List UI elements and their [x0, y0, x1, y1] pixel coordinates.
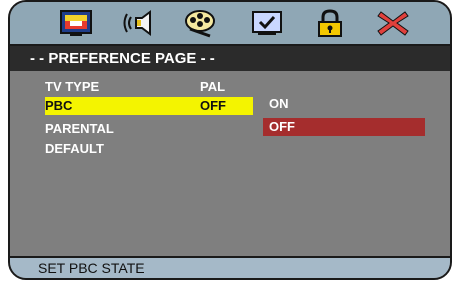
setup-toolbar: [10, 2, 450, 46]
menu-item-label: PBC: [45, 98, 73, 113]
menu-item-label: PARENTAL: [45, 121, 114, 136]
audio-setup-icon[interactable]: [122, 8, 158, 38]
option-on[interactable]: ON: [263, 95, 425, 113]
general-setup-icon[interactable]: [58, 8, 94, 38]
menu-item-tv-type[interactable]: TV TYPE PAL: [45, 78, 253, 96]
page-title: - - PREFERENCE PAGE - -: [10, 46, 450, 71]
preference-icon[interactable]: [249, 8, 285, 38]
exit-icon[interactable]: [375, 8, 411, 38]
menu-item-default[interactable]: DEFAULT: [45, 140, 253, 158]
status-bar: SET PBC STATE: [10, 256, 450, 278]
osd-screen: - - PREFERENCE PAGE - - TV TYPE PAL PBC …: [8, 0, 452, 280]
password-lock-icon[interactable]: [312, 8, 348, 38]
menu-item-label: TV TYPE: [45, 79, 100, 94]
menu-item-value: PAL: [200, 79, 226, 94]
menu-item-parental[interactable]: PARENTAL: [45, 120, 253, 138]
video-setup-icon[interactable]: [182, 8, 218, 38]
menu-item-value: OFF: [200, 98, 226, 113]
menu-item-pbc[interactable]: PBC OFF: [45, 97, 253, 115]
option-off[interactable]: OFF: [263, 118, 425, 136]
menu-item-label: DEFAULT: [45, 141, 104, 156]
